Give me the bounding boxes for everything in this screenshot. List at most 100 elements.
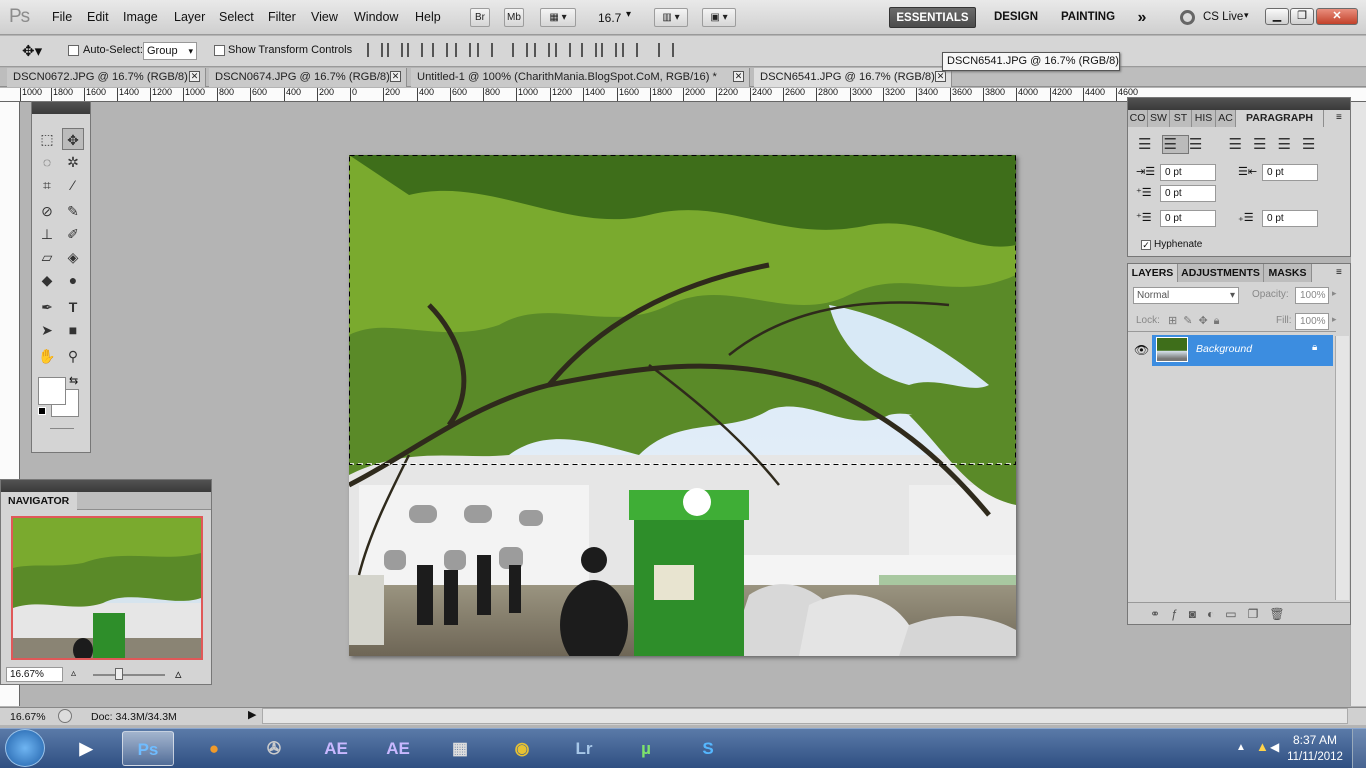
mini-bridge-button[interactable]: Mb [504, 8, 524, 27]
workspace-painting[interactable]: PAINTING [1054, 7, 1122, 28]
workspace-essentials[interactable]: ESSENTIALS [889, 7, 976, 28]
document-canvas[interactable] [349, 155, 1016, 656]
indent-first-line-field[interactable]: 0 pt [1160, 185, 1216, 202]
restore-button[interactable]: ❐ [1290, 8, 1314, 25]
menu-select[interactable]: Select [219, 10, 254, 24]
menu-image[interactable]: Image [123, 10, 158, 24]
lock-image-icon[interactable]: ✎ [1183, 315, 1198, 327]
distribute-left-icon[interactable] [581, 43, 597, 57]
paragraph-align-buttons[interactable]: ☰☰☰ ☰☰☰☰ [1138, 135, 1326, 154]
distribute-top-icon[interactable] [512, 43, 528, 57]
new-layer-icon[interactable]: ❐ [1248, 607, 1270, 621]
quick-mask-button[interactable] [50, 428, 74, 429]
default-colors-icon[interactable] [38, 407, 46, 415]
tab-masks[interactable]: MASKS [1264, 264, 1312, 282]
menu-filter[interactable]: Filter [268, 10, 296, 24]
film-reel-taskbar-icon[interactable]: ✇ [248, 731, 300, 766]
fill-field[interactable]: 100% [1295, 313, 1329, 330]
start-button[interactable] [5, 729, 45, 767]
tab-actions[interactable]: AC [1216, 110, 1236, 127]
utorrent-taskbar-icon[interactable]: µ [620, 731, 672, 766]
align-left-text-icon[interactable]: ☰ [1138, 136, 1162, 153]
menu-edit[interactable]: Edit [87, 10, 109, 24]
tab-color[interactable]: CO [1128, 110, 1148, 127]
menu-layer[interactable]: Layer [174, 10, 205, 24]
blend-mode-dropdown[interactable]: Normal ▾ [1133, 287, 1239, 304]
healing-brush-tool-icon[interactable]: ⊘ [36, 200, 58, 222]
paragraph-panel-header[interactable] [1128, 98, 1350, 110]
tab-layers[interactable]: LAYERS [1128, 264, 1178, 282]
tab-styles[interactable]: ST [1170, 110, 1192, 127]
lock-all-icon[interactable]: 🔒︎ [1214, 315, 1226, 327]
menu-view[interactable]: View [311, 10, 338, 24]
hyphenate-checkbox[interactable]: ✓ [1141, 240, 1151, 250]
swap-colors-icon[interactable]: ⇆ [69, 374, 78, 387]
after-effects-2-taskbar-icon[interactable]: AE [372, 731, 424, 766]
distribute-bottom-icon[interactable] [555, 43, 571, 57]
distribute-hcenter-icon[interactable] [601, 43, 617, 57]
menu-window[interactable]: Window [354, 10, 398, 24]
justify-right-icon[interactable]: ☰ [1277, 136, 1301, 153]
zoom-level-display[interactable]: 16.7 [598, 11, 621, 25]
fill-slider-icon[interactable]: ▸ [1332, 314, 1337, 325]
lock-position-icon[interactable]: ✥ [1198, 315, 1213, 327]
tab-history[interactable]: HIS [1192, 110, 1216, 127]
new-group-icon[interactable]: ▭ [1225, 607, 1247, 621]
tab-adjustments[interactable]: ADJUSTMENTS [1178, 264, 1264, 282]
tab-navigator[interactable]: NAVIGATOR [1, 492, 77, 510]
layer-name[interactable]: Background [1196, 343, 1252, 355]
close-window-button[interactable]: ✕ [1316, 8, 1358, 25]
align-right-icon[interactable] [477, 43, 493, 57]
close-tab-icon[interactable]: ✕ [189, 71, 200, 82]
dodge-tool-icon[interactable]: ● [62, 269, 84, 291]
eraser-tool-icon[interactable]: ▱ [36, 246, 58, 268]
auto-select-dropdown[interactable]: Group ▾ [143, 42, 197, 60]
add-mask-icon[interactable]: ◙ [1189, 607, 1207, 621]
space-before-field[interactable]: 0 pt [1160, 210, 1216, 227]
align-top-icon[interactable] [367, 43, 383, 57]
path-selection-tool-icon[interactable]: ➤ [36, 319, 58, 341]
justify-all-icon[interactable]: ☰ [1302, 136, 1326, 153]
opacity-slider-icon[interactable]: ▸ [1332, 288, 1337, 299]
video-editor-taskbar-icon[interactable]: ▦ [434, 731, 486, 766]
align-hcenter-icon[interactable] [455, 43, 471, 57]
panel-menu-icon[interactable]: ≡ [1336, 112, 1342, 123]
hand-tool-icon[interactable]: ✋ [36, 345, 58, 367]
document-tab[interactable]: DSCN0672.JPG @ 16.7% (RGB/8) ✕ [7, 68, 206, 87]
workspace-more-button[interactable]: » [1130, 7, 1154, 28]
blur-tool-icon[interactable]: ◆ [36, 269, 58, 291]
horizontal-scrollbar[interactable] [262, 708, 1348, 724]
navigator-slider-handle[interactable] [115, 668, 123, 680]
crop-tool-icon[interactable]: ⌗ [36, 174, 58, 196]
foreground-color-swatch[interactable] [38, 377, 66, 405]
auto-align-layers-icon[interactable] [658, 43, 674, 57]
move-tool-icon[interactable]: ✥ [62, 128, 84, 150]
vertical-scrollbar[interactable] [1350, 102, 1366, 706]
layer-row[interactable]: Background 🔒︎ [1152, 335, 1333, 366]
justify-left-icon[interactable]: ☰ [1229, 136, 1253, 153]
document-tab-active[interactable]: DSCN6541.JPG @ 16.7% (RGB/8) ✕ [754, 68, 952, 87]
close-tab-icon[interactable]: ✕ [733, 71, 744, 82]
align-left-icon[interactable] [432, 43, 448, 57]
bridge-button[interactable]: Br [470, 8, 490, 27]
navigator-zoom-field[interactable]: 16.67% [6, 667, 63, 682]
marquee-tool-icon[interactable]: ⬚ [36, 128, 58, 150]
taskbar-time[interactable]: 8:37 AM [1290, 733, 1340, 747]
layers-scrollbar[interactable] [1335, 336, 1349, 600]
menu-file[interactable]: File [52, 10, 72, 24]
type-tool-icon[interactable]: T [62, 296, 84, 318]
layers-panel-menu-icon[interactable]: ≡ [1336, 267, 1342, 278]
tab-paragraph[interactable]: PARAGRAPH [1236, 110, 1324, 127]
indent-right-field[interactable]: 0 pt [1262, 164, 1318, 181]
adjustment-layer-icon[interactable]: ◐ [1207, 607, 1225, 621]
cs-live-menu[interactable]: CS Live [1203, 11, 1243, 23]
taskbar-date[interactable]: 11/11/2012 [1286, 751, 1344, 763]
space-after-field[interactable]: 0 pt [1262, 210, 1318, 227]
menu-help[interactable]: Help [415, 10, 441, 24]
lock-transparent-icon[interactable]: ⊞ [1168, 315, 1183, 327]
close-tab-icon[interactable]: ✕ [935, 71, 946, 82]
skype-taskbar-icon[interactable]: S [682, 731, 734, 766]
media-player-taskbar-icon[interactable]: ▶ [60, 731, 112, 766]
lightroom-taskbar-icon[interactable]: Lr [558, 731, 610, 766]
zoom-out-icon[interactable]: ▵ [71, 668, 76, 679]
